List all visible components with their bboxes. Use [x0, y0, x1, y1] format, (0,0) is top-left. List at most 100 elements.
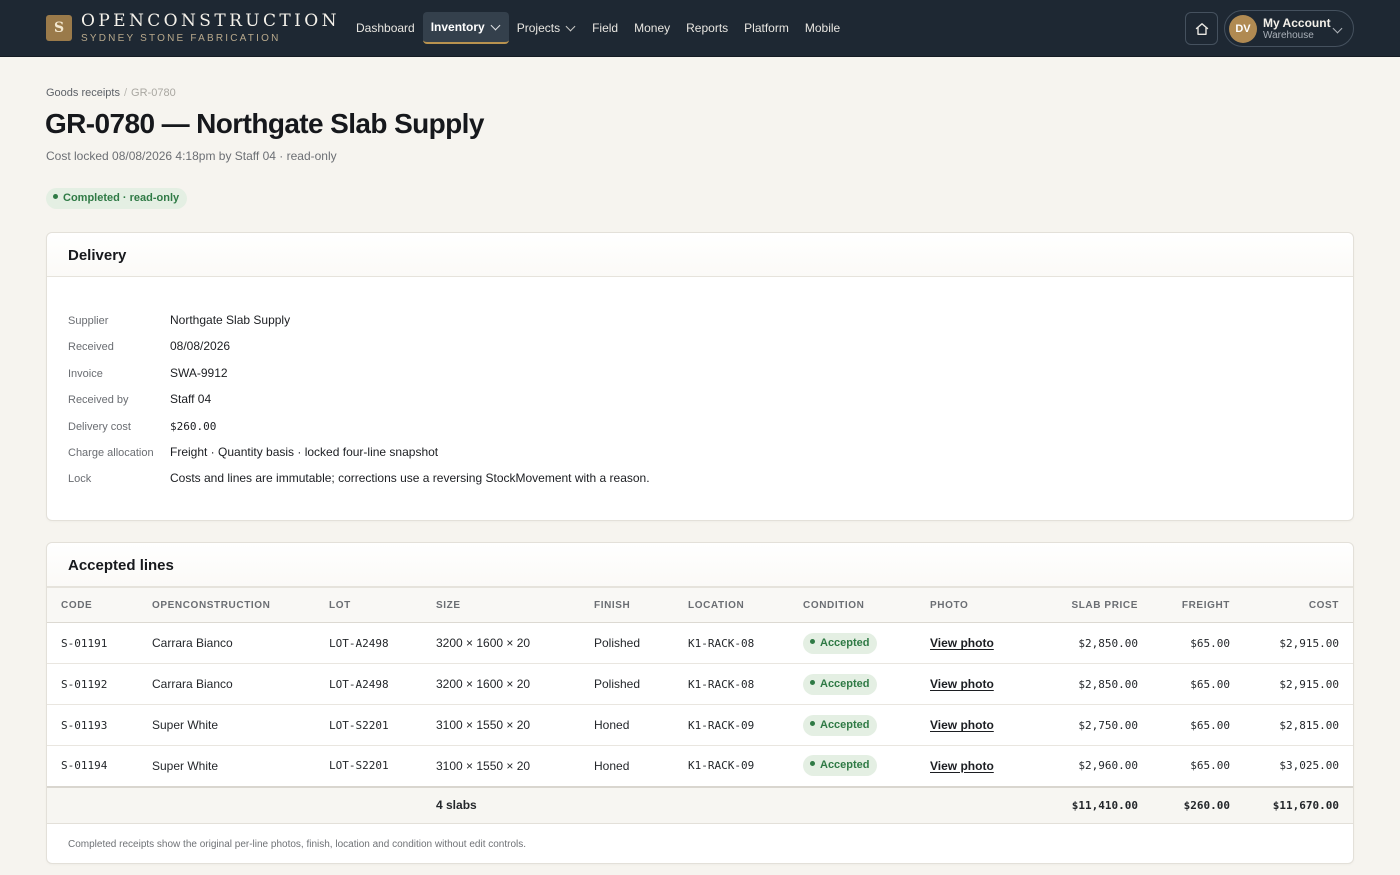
breadcrumb-current: GR-0780 [131, 87, 176, 99]
cell-photo: View photo [916, 704, 1034, 746]
breadcrumb-link-goods-receipts[interactable]: Goods receipts [46, 87, 120, 99]
dot-icon [53, 194, 58, 199]
total-size: 4 slabs [422, 785, 580, 824]
cell-freight: $65.00 [1152, 704, 1244, 746]
total-location [674, 785, 789, 824]
total-code [47, 785, 138, 824]
nav-item-platform[interactable]: Platform [736, 12, 797, 44]
view-photo-link[interactable]: View photo [930, 677, 994, 691]
table-header-row: CODE OPENCONSTRUCTION LOT SIZE FINISH LOCATIO… [47, 587, 1353, 623]
breadcrumb: Goods receipts / GR-0780 [46, 87, 176, 99]
view-photo-link[interactable]: View photo [930, 759, 994, 773]
cell-lot: LOT-A2498 [315, 622, 422, 664]
column-header-location: LOCATION [674, 587, 789, 623]
detail-value: $260.00 [170, 419, 217, 433]
cell-slab-price: $2,850.00 [1034, 663, 1152, 705]
lines-table: CODE OPENCONSTRUCTION LOT SIZE FINISH LOCATIO… [47, 587, 1353, 824]
account-role: Warehouse [1263, 30, 1314, 41]
cell-photo: View photo [916, 663, 1034, 705]
detail-label: Received [68, 341, 114, 354]
column-header-finish: FINISH [580, 587, 674, 623]
brand[interactable]: OPENCONSTRUCTION SYDNEY STONE FABRICATIO… [81, 11, 340, 44]
cell-material: Super White [138, 745, 315, 787]
nav-item-inventory[interactable]: Inventory [422, 12, 509, 44]
column-header-code: CODE [47, 587, 138, 623]
delivery-heading: Delivery [47, 233, 1353, 277]
condition-label: Accepted [820, 677, 870, 690]
status-badge: Completed · read-only [46, 188, 188, 209]
condition-badge: Accepted [803, 632, 877, 654]
home-button[interactable] [1185, 12, 1218, 45]
nav-item-money[interactable]: Money [626, 12, 678, 44]
view-photo-link[interactable]: View photo [930, 718, 994, 732]
accepted-lines-heading: Accepted lines [47, 543, 1353, 587]
cell-condition: Accepted [789, 663, 916, 705]
nav-label: Money [634, 21, 671, 35]
brand-subtitle: SYDNEY STONE FABRICATION [81, 33, 281, 44]
delivery-card: Delivery Supplier Northgate Slab Supply Re… [46, 232, 1354, 521]
account-menu-button[interactable]: DV My Account Warehouse [1224, 10, 1354, 47]
total-material [138, 785, 315, 824]
main-nav: Dashboard Inventory Projects Field Money Repo… [348, 12, 848, 44]
cell-finish: Polished [580, 622, 674, 664]
breadcrumb-separator: / [123, 87, 128, 99]
cell-size: 3200 × 1600 × 20 [422, 663, 580, 705]
top-navigation-bar: S OPENCONSTRUCTION SYDNEY STONE FABRICAT… [0, 0, 1400, 57]
column-header-condition: CONDITION [789, 587, 916, 623]
chevron-down-icon [490, 20, 501, 30]
nav-label: Platform [744, 21, 789, 35]
detail-value: SWA-9912 [170, 365, 228, 380]
nav-item-dashboard[interactable]: Dashboard [348, 12, 423, 44]
nav-label: Reports [686, 21, 729, 35]
column-header-photo: PHOTO [916, 587, 1034, 623]
total-photo [916, 785, 1034, 824]
nav-label: Mobile [804, 21, 841, 35]
detail-value: Staff 04 [170, 392, 212, 407]
brand-logo-mark[interactable]: S [46, 15, 72, 41]
total-cost: $11,670.00 [1244, 785, 1353, 824]
nav-label: Dashboard [356, 21, 415, 35]
cell-material: Super White [138, 704, 315, 746]
cell-finish: Honed [580, 745, 674, 787]
cell-freight: $65.00 [1152, 745, 1244, 787]
detail-value: 08/08/2026 [170, 339, 231, 354]
cell-code: S-01192 [47, 663, 138, 705]
page-title: GR-0780 — Northgate Slab Supply [45, 108, 484, 139]
cell-code: S-01194 [47, 745, 138, 787]
avatar: DV [1229, 15, 1257, 43]
cell-freight: $65.00 [1152, 663, 1244, 705]
dot-icon [810, 679, 815, 685]
nav-item-projects[interactable]: Projects [509, 12, 584, 44]
nav-item-mobile[interactable]: Mobile [797, 12, 848, 44]
cell-size: 3100 × 1550 × 20 [422, 745, 580, 787]
condition-label: Accepted [820, 636, 870, 649]
table-row[interactable]: S-01194 Super White LOT-S2201 3100 × 1550 ×… [47, 745, 1353, 787]
cell-cost: $3,025.00 [1244, 745, 1353, 787]
total-finish [580, 785, 674, 824]
cell-size: 3200 × 1600 × 20 [422, 622, 580, 664]
cell-location: K1-RACK-09 [674, 745, 789, 787]
lock-meta: Cost locked 08/08/2026 4:18pm by Staff 0… [46, 149, 337, 163]
table-row[interactable]: S-01191 Carrara Bianco LOT-A2498 3200 × 160… [47, 622, 1353, 664]
cell-location: K1-RACK-08 [674, 663, 789, 705]
condition-label: Accepted [820, 759, 870, 772]
table-row[interactable]: S-01192 Carrara Bianco LOT-A2498 3200 × 160… [47, 663, 1353, 705]
totals-row: 4 slabs $11,410.00 $260.00 $11,670.00 [47, 785, 1353, 824]
view-photo-link[interactable]: View photo [930, 636, 994, 650]
chevron-down-icon [1332, 23, 1343, 34]
nav-label: Inventory [430, 20, 485, 34]
detail-label: Supplier [68, 315, 109, 327]
table-row[interactable]: S-01193 Super White LOT-S2201 3100 × 1550 ×… [47, 704, 1353, 746]
detail-value: Northgate Slab Supply [170, 313, 291, 327]
dot-icon [810, 720, 815, 726]
cell-condition: Accepted [789, 704, 916, 746]
nav-item-reports[interactable]: Reports [678, 12, 736, 44]
cell-slab-price: $2,850.00 [1034, 622, 1152, 664]
cell-code: S-01191 [47, 622, 138, 664]
total-condition [789, 785, 916, 824]
cell-code: S-01193 [47, 704, 138, 746]
cell-slab-price: $2,960.00 [1034, 745, 1152, 787]
column-header-size: SIZE [422, 587, 580, 623]
cell-photo: View photo [916, 622, 1034, 664]
nav-item-field[interactable]: Field [584, 12, 626, 44]
